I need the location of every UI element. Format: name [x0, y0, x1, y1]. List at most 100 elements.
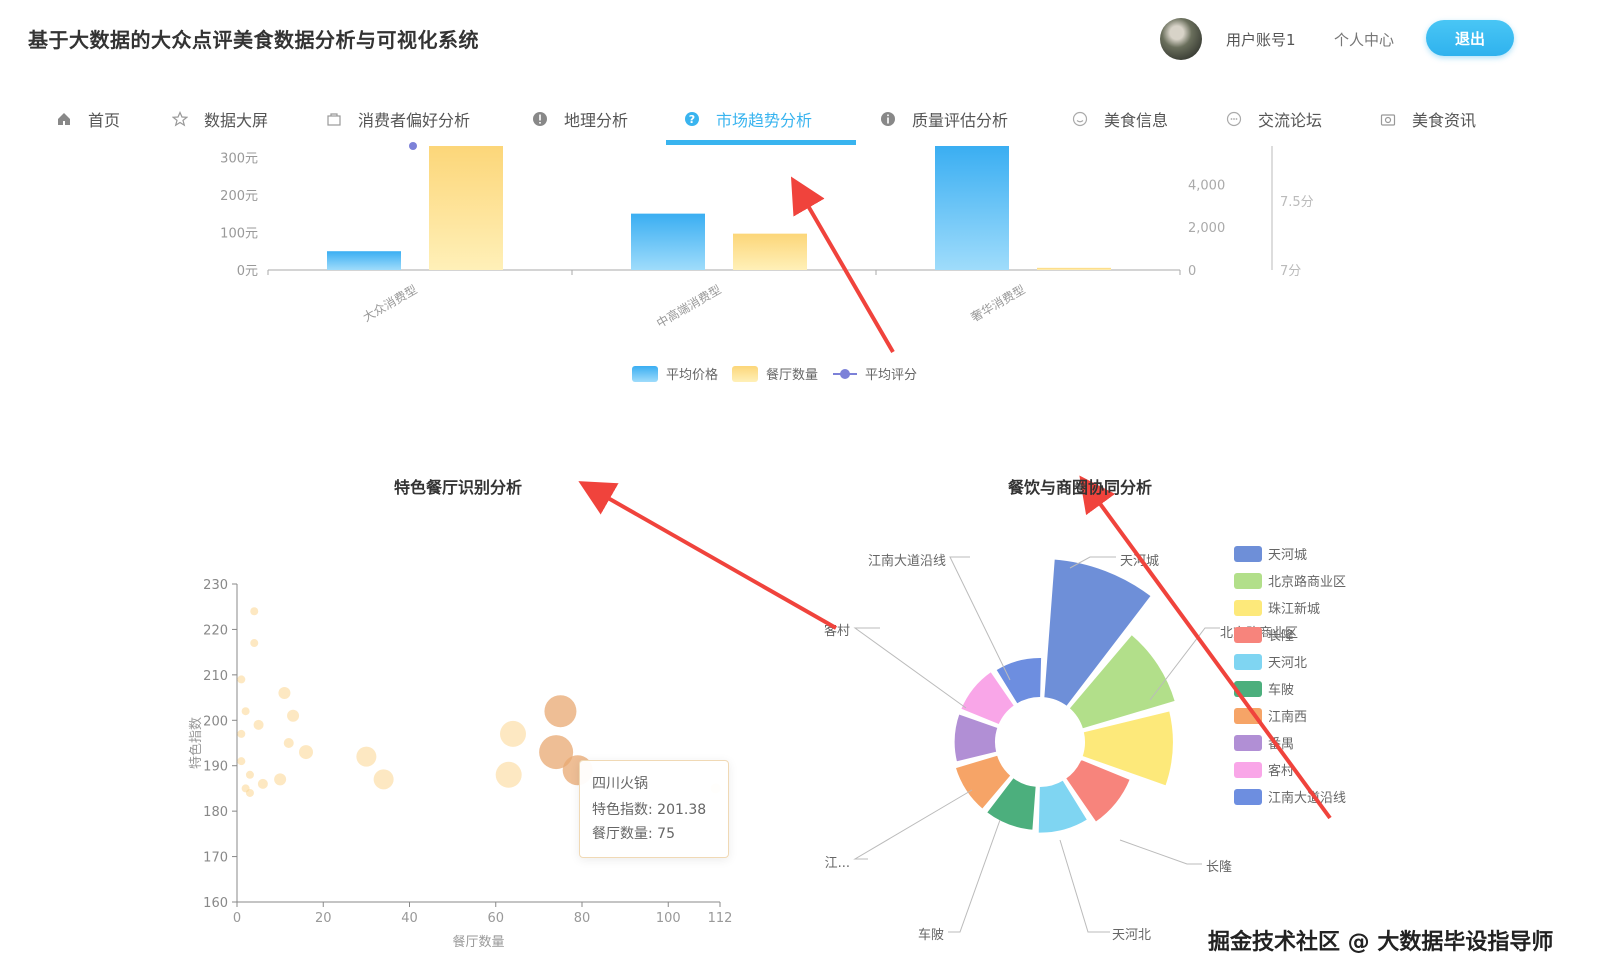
scatter-point: [257, 778, 268, 789]
legend-label: 天河城: [1268, 548, 1307, 563]
x-axis-tick-label: 中高端消费型: [654, 282, 724, 331]
x-axis-tick-label: 112: [708, 911, 733, 926]
bar-restaurant-count: [429, 146, 503, 270]
scatter-point: [245, 788, 254, 797]
legend-swatch: [1234, 573, 1262, 589]
bar-avg-price: [631, 213, 705, 270]
scatter-chart-title: 特色餐厅识别分析: [394, 478, 523, 497]
y-axis-tick-label: 170: [203, 851, 228, 866]
x-axis-title: 餐厅数量: [452, 934, 504, 950]
x-axis-tick-label: 40: [401, 911, 418, 926]
rose-outer-label: 天河北: [1112, 928, 1151, 943]
right-axis-tick-label: 7.5分: [1280, 195, 1314, 210]
y-axis-tick-label: 180: [203, 805, 228, 820]
x-axis-tick-label: 0: [233, 911, 241, 926]
scatter-point: [287, 709, 300, 722]
middle-axis-tick-label: 0: [1188, 264, 1196, 279]
legend-swatch: [1234, 789, 1262, 805]
middle-axis-tick-label: 2,000: [1188, 221, 1225, 236]
y-axis-tick-label: 200: [203, 714, 228, 729]
middle-axis-tick-label: 4,000: [1188, 178, 1225, 193]
legend-label: 珠江新城: [1268, 601, 1320, 617]
y-axis-tick-label: 220: [203, 623, 228, 638]
watermark: 掘金技术社区 @ 大数据毕设指导师: [1208, 930, 1554, 955]
rose-leader-line: [853, 789, 973, 860]
left-axis-tick-label: 100元: [220, 226, 258, 241]
scatter-point: [241, 707, 250, 716]
y-axis-tick-label: 160: [203, 896, 228, 911]
charts-canvas: 0元 100元 200元 300元 0 2,000 4,000 7分 7.5分大众消费型 中高端消…: [188, 142, 1346, 950]
scatter-point: [237, 675, 246, 684]
bar-restaurant-count: [1037, 267, 1111, 270]
legend-label: 平均评分: [865, 368, 917, 383]
bar-restaurant-count: [733, 233, 807, 270]
legend-swatch: [1234, 735, 1262, 751]
scatter-point: [495, 761, 522, 788]
y-axis-tick-label: 190: [203, 760, 228, 775]
rose-chart-title: 餐饮与商圈协同分析: [1008, 478, 1153, 497]
legend-swatch: [632, 366, 658, 382]
annotation-arrow: [790, 176, 895, 354]
left-axis-tick-label: 200元: [220, 189, 258, 204]
point-avg-rating: [409, 142, 417, 150]
legend-swatch: [1234, 762, 1262, 778]
y-axis-tick-label: 230: [203, 578, 228, 593]
scatter-point: [356, 746, 377, 767]
scatter-point: [253, 719, 264, 730]
rose-leader-line: [948, 819, 1001, 933]
bar-avg-price: [935, 146, 1009, 270]
bar-avg-price: [327, 251, 401, 270]
scatter-point: [274, 773, 287, 786]
legend-label: 江南西: [1268, 709, 1307, 725]
price-tier-chart: 0元 100元 200元 300元 0 2,000 4,000 7分 7.5分大众消费型 中高端消…: [220, 142, 1314, 383]
rose-leader-line: [1119, 839, 1202, 865]
legend-label: 北京路商业区: [1268, 574, 1346, 590]
scatter-tooltip: 四川火锅 特色指数: 201.38 餐厅数量: 75: [579, 760, 729, 858]
legend-label: 餐厅数量: [766, 367, 818, 383]
scatter-point: [299, 745, 313, 760]
x-axis-tick-label: 奢华消费型: [969, 282, 1028, 324]
annotation-arrow: [578, 481, 837, 630]
scatter-point: [250, 639, 259, 648]
scatter-point: [237, 757, 246, 766]
legend-label: 天河北: [1268, 656, 1307, 671]
scatter-point: [283, 738, 294, 748]
x-axis-tick-label: 60: [487, 911, 504, 926]
scatter-point: [245, 770, 254, 779]
legend-label: 平均价格: [666, 367, 718, 383]
legend-label: 车陂: [1268, 682, 1294, 698]
legend-swatch: [1234, 546, 1262, 562]
legend-label: 长隆: [1268, 629, 1294, 644]
scatter-point: [544, 695, 577, 728]
rose-leader-line: [949, 556, 1011, 681]
rose-outer-label: 车陂: [918, 927, 944, 943]
tooltip-restaurant-count: 餐厅数量: 75: [592, 826, 675, 842]
legend-swatch: [840, 369, 850, 379]
x-axis-tick-label: 100: [656, 911, 681, 926]
legend-swatch: [1234, 654, 1262, 670]
tooltip-feature-index: 特色指数: 201.38: [592, 802, 707, 818]
rose-outer-label: 长隆: [1206, 860, 1232, 875]
x-axis-tick-label: 大众消费型: [361, 282, 420, 324]
scatter-point: [278, 687, 291, 700]
scatter-point: [373, 769, 394, 790]
rose-leader-line: [853, 627, 967, 709]
x-axis-tick-label: 20: [315, 911, 332, 926]
rose-leader-line: [1059, 839, 1110, 933]
scatter-point: [250, 607, 259, 616]
business-district-rose: 天河城北京路商业区长隆天河北车陂江...客村江南大道沿线天河城北京路商业区珠江新…: [824, 546, 1346, 943]
scatter-point: [237, 729, 246, 738]
rose-outer-label: 江南大道沿线: [868, 553, 946, 569]
y-axis-title: 特色指数: [188, 717, 204, 769]
y-axis-tick-label: 210: [203, 669, 228, 684]
right-axis-tick-label: 7分: [1280, 264, 1301, 279]
left-axis-tick-label: 300元: [220, 151, 258, 166]
legend-swatch: [1234, 600, 1262, 616]
rose-outer-label: 江...: [825, 856, 850, 871]
tooltip-title: 四川火锅: [592, 776, 648, 792]
left-axis-tick-label: 0元: [237, 264, 258, 279]
scatter-point: [500, 720, 526, 747]
legend-label: 江南大道沿线: [1268, 790, 1346, 806]
legend-swatch: [732, 366, 758, 382]
x-axis-tick-label: 80: [574, 911, 591, 926]
